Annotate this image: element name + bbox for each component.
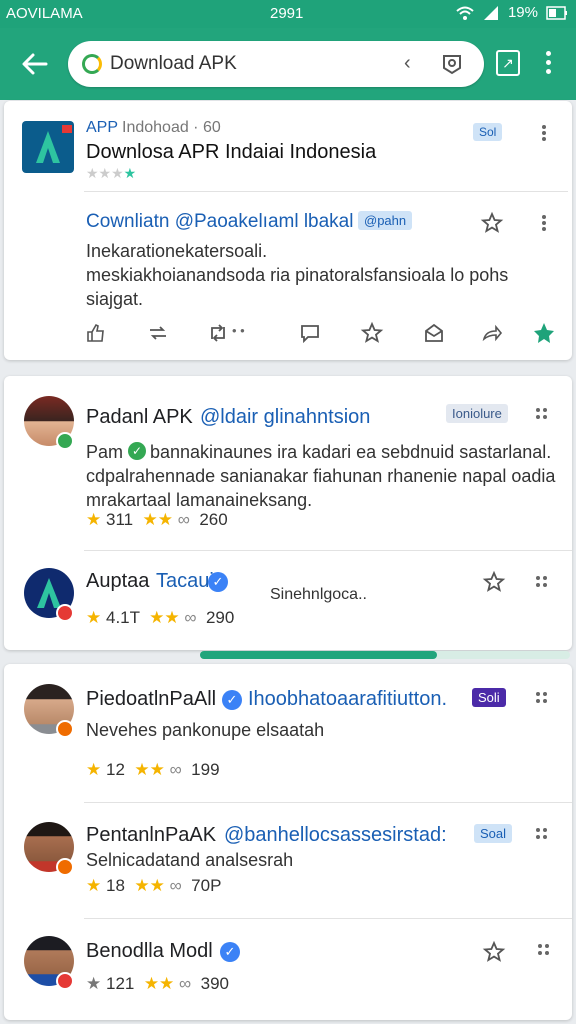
star-outline-icon[interactable] (482, 570, 506, 594)
carrier-label: AOVILAMA (6, 5, 83, 22)
more-vert-icon[interactable] (540, 48, 556, 78)
app-bar: ‹ ↗ (0, 28, 576, 100)
signal-icon (483, 5, 498, 20)
author-handle[interactable]: @ldair glinahntsion (200, 406, 370, 429)
post-line-3: mrakartaal lamanaineksang. (86, 490, 313, 510)
verified-icon: ✓ (208, 572, 228, 592)
app-tag: Sol (473, 123, 503, 141)
post-line-1-prefix: Pam (86, 442, 124, 462)
stars-icon: ★★ (134, 760, 165, 779)
post-stats: ★ 311 ★★ ∞ 260 (86, 510, 228, 529)
post-card-3: PiedoatlnPaAll ✓ Ihoobhatoaarafitiutton.… (4, 664, 572, 1020)
app-meta: Indohoad · 60 (122, 119, 221, 136)
more-options-icon[interactable] (537, 123, 551, 143)
post-tag: Soal (474, 824, 513, 843)
retweet-icon[interactable] (206, 321, 230, 345)
author-handle[interactable]: @banhellocsassesirstad: (224, 824, 447, 847)
post-tag: Soli (472, 688, 506, 707)
comment-icon[interactable] (298, 321, 322, 345)
progress-fill (200, 651, 437, 659)
author-name[interactable]: Padanl APK (86, 406, 193, 429)
post-tag: Ioniolure (446, 404, 508, 423)
post-stats: ★ 18 ★★ ∞ 70P (86, 876, 222, 895)
notification-badge-icon (56, 604, 74, 622)
battery-percent: 19% (507, 4, 538, 21)
star-icon: ★ (86, 510, 102, 529)
author-name[interactable]: Benodlla Modl (86, 940, 213, 963)
stars-icon: ★★ (142, 510, 174, 529)
post-stats: ★ 4.1T ★★ ∞ 290 (86, 608, 235, 627)
post-more-icon[interactable] (537, 213, 551, 233)
post-line-1: bannakinaunes ira kadari ea sebdnuid sas… (150, 442, 552, 462)
stars-icon: ★★ (149, 608, 180, 627)
wifi-icon (456, 6, 474, 20)
badge-icon (56, 720, 74, 738)
badge-icon (56, 858, 74, 876)
post-card-2: Padanl APK @ldair glinahntsion Ioniolure… (4, 376, 572, 650)
star-icon: ★ (86, 974, 102, 993)
rating-stars: ★★★★ (86, 165, 137, 181)
search-input[interactable] (110, 49, 390, 79)
more-options-icon[interactable] (536, 828, 548, 840)
favorite-star-icon[interactable] (360, 321, 384, 345)
verified-icon: ✓ (222, 690, 242, 710)
stars-icon: ★★ (143, 974, 175, 993)
post-header[interactable]: Cownliatn @Paoakelıaml lbakal (86, 211, 353, 233)
star-outline-icon[interactable] (480, 211, 504, 235)
search-bar[interactable]: ‹ (68, 41, 484, 87)
thumbs-up-icon[interactable] (84, 321, 108, 345)
more-options-icon[interactable] (536, 692, 548, 704)
more-options-icon[interactable] (536, 408, 548, 420)
more-options-icon[interactable] (536, 576, 548, 588)
status-bar: AOVILAMA 2991 19% (0, 0, 576, 28)
back-arrow-icon[interactable] (20, 50, 50, 78)
post-body: Nevehes pankonupe elsaatah (86, 720, 325, 740)
notification-badge-icon (56, 972, 74, 990)
post-line-2: meskiakhoianandsoda ria pinatoralsfansio… (86, 265, 509, 285)
post-line-2: cdpalrahennade sanianakar fiahunan rhane… (86, 466, 556, 486)
inbox-icon[interactable] (422, 321, 446, 345)
pin-icon[interactable] (532, 321, 556, 345)
more-options-icon[interactable] (538, 944, 550, 956)
author-handle[interactable]: Tacaui (156, 570, 214, 593)
stars-icon: ★★ (134, 876, 165, 895)
check-icon: ✓ (128, 442, 146, 460)
post-tag: @pahn (358, 211, 413, 230)
star-icon: ★ (86, 608, 102, 627)
online-badge-icon (56, 432, 74, 450)
author-name[interactable]: PiedoatlnPaAll (86, 688, 216, 711)
star-icon: ★ (86, 760, 102, 779)
app-logo-icon (22, 121, 74, 173)
post-line-3: siajgat. (86, 289, 144, 309)
battery-icon (546, 5, 567, 20)
progress-track (200, 651, 570, 659)
share-icon[interactable] (480, 321, 504, 345)
chevron-left-icon[interactable]: ‹ (404, 52, 411, 75)
google-play-icon (82, 54, 102, 74)
app-title[interactable]: Downlosa APR Indaiai Indonesia (86, 141, 376, 164)
post-stats: ★ 12 ★★ ∞ 199 (86, 760, 220, 779)
open-external-icon[interactable]: ↗ (496, 50, 520, 76)
author-name[interactable]: PentanlnPaAK (86, 824, 216, 847)
post-line-1: Inekarationekatersoali. (86, 241, 268, 261)
repost-icon[interactable] (146, 321, 170, 345)
author-name[interactable]: Auptaa (86, 570, 149, 593)
status-text: Sinehnlgoca.. (270, 586, 367, 603)
post-stats: ★ 121 ★★ ∞ 390 (86, 974, 229, 993)
author-handle[interactable]: Ihoobhatoaarafitiutton. (248, 688, 447, 711)
lens-icon[interactable] (440, 52, 464, 76)
verified-icon: ✓ (220, 942, 240, 962)
star-outline-icon[interactable] (482, 940, 506, 964)
post-body: Selnicadatand analsesrah (86, 850, 294, 870)
status-time: 2991 (270, 5, 304, 22)
app-label: APP (86, 119, 119, 136)
star-icon: ★ (86, 876, 102, 895)
featured-card: APP Indohoad · 60 Downlosa APR Indaiai I… (4, 101, 572, 360)
